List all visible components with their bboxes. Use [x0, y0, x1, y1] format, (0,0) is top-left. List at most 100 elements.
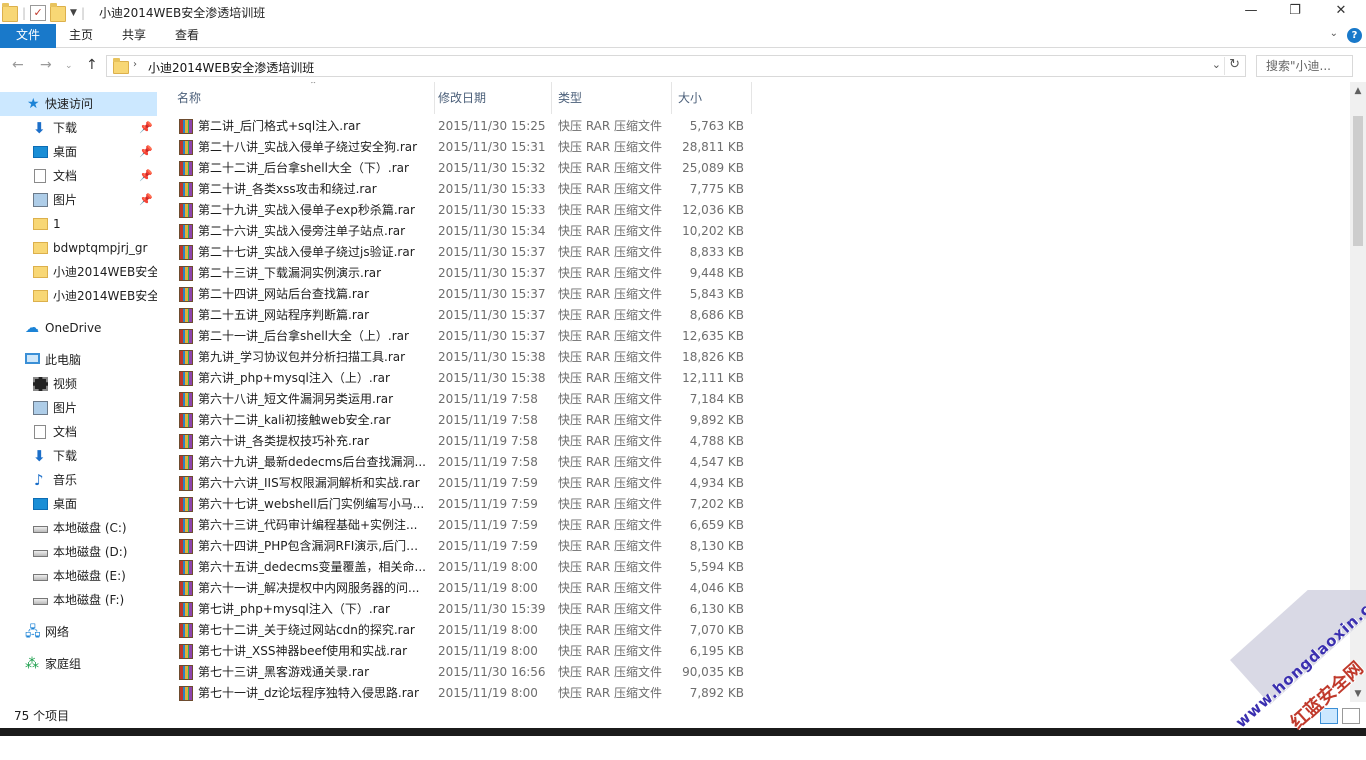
table-row[interactable]: 第二十六讲_实战入侵旁注单子站点.rar 2015/11/30 15:34 快压 R…	[176, 221, 752, 242]
nav-item-documents[interactable]: 文档 📌	[0, 164, 157, 188]
table-row[interactable]: 第六十七讲_webshell后门实例编写小马... 2015/11/19 7:59…	[176, 494, 752, 515]
nav-item-drive-f[interactable]: 本地磁盘 (F:)	[0, 588, 157, 612]
table-row[interactable]: 第六十三讲_代码审计编程基础+实例注... 2015/11/19 7:59 快压 R…	[176, 515, 752, 536]
table-row[interactable]: 第二讲_后门格式+sql注入.rar 2015/11/30 15:25 快压 RAR…	[176, 116, 752, 137]
folder-icon	[33, 266, 48, 278]
file-size: 6,659 KB	[689, 518, 744, 532]
file-type: 快压 RAR 压缩文件	[558, 224, 663, 238]
column-header-name[interactable]: 名称 ⌃	[171, 82, 435, 114]
table-row[interactable]: 第七十三讲_黑客游戏通关录.rar 2015/11/30 16:56 快压 RAR …	[176, 662, 752, 683]
recent-locations-icon[interactable]: ⌄	[65, 61, 73, 71]
table-row[interactable]: 第六十四讲_PHP包含漏洞RFI演示,后门包... 2015/11/19 7:59…	[176, 536, 752, 557]
help-icon[interactable]: ?	[1347, 28, 1362, 43]
pin-icon[interactable]: 📌	[139, 140, 153, 164]
table-row[interactable]: 第六十六讲_IIS写权限漏洞解析和实战.rar 2015/11/19 7:59 快压…	[176, 473, 752, 494]
nav-label: bdwptqmpjrj_gr	[53, 241, 148, 255]
table-row[interactable]: 第七十二讲_关于绕过网站cdn的探究.rar 2015/11/19 8:00 快压 …	[176, 620, 752, 641]
vertical-scrollbar[interactable]: ▲ ▼	[1350, 82, 1366, 702]
column-header-type[interactable]: 类型	[552, 82, 672, 114]
nav-item-pc-documents[interactable]: 文档	[0, 420, 157, 444]
table-row[interactable]: 第六讲_php+mysql注入（上）.rar 2015/11/30 15:38 快压…	[176, 368, 752, 389]
file-size: 5,843 KB	[689, 287, 744, 301]
table-row[interactable]: 第九讲_学习协议包并分析扫描工具.rar 2015/11/30 15:38 快压 R…	[176, 347, 752, 368]
table-row[interactable]: 第二十讲_各类xss攻击和绕过.rar 2015/11/30 15:33 快压 RA…	[176, 179, 752, 200]
pin-icon[interactable]: 📌	[139, 188, 153, 212]
forward-arrow-icon[interactable]: →	[40, 57, 52, 73]
tab-home[interactable]: 主页	[56, 24, 106, 48]
window-title: 小迪2014WEB安全渗透培训班	[99, 6, 266, 20]
nav-item-drive-e[interactable]: 本地磁盘 (E:)	[0, 564, 157, 588]
tab-view[interactable]: 查看	[162, 24, 212, 48]
nav-item-folder-bdwptqmpjrj[interactable]: bdwptqmpjrj_gr	[0, 236, 157, 260]
file-date: 2015/11/30 15:33	[438, 182, 546, 196]
file-size: 9,892 KB	[689, 413, 744, 427]
nav-this-pc[interactable]: 此电脑	[0, 348, 157, 372]
table-row[interactable]: 第二十三讲_下载漏洞实例演示.rar 2015/11/30 15:37 快压 RAR…	[176, 263, 752, 284]
close-button[interactable]: ✕	[1318, 0, 1364, 24]
scroll-down-icon[interactable]: ▼	[1350, 689, 1366, 699]
refresh-icon[interactable]: ↻	[1229, 57, 1240, 72]
nav-item-pc-pictures[interactable]: 图片	[0, 396, 157, 420]
nav-item-videos[interactable]: 视频	[0, 372, 157, 396]
scrollbar-thumb[interactable]	[1353, 116, 1363, 246]
nav-onedrive[interactable]: ☁ OneDrive	[0, 316, 157, 340]
nav-item-downloads[interactable]: ⬇ 下载 📌	[0, 116, 157, 140]
customize-toolbar-icon[interactable]: ▼	[70, 8, 77, 18]
table-row[interactable]: 第六十一讲_解决提权中内网服务器的问... 2015/11/19 8:00 快压 R…	[176, 578, 752, 599]
table-row[interactable]: 第二十九讲_实战入侵单子exp秒杀篇.rar 2015/11/30 15:33 快压…	[176, 200, 752, 221]
chevron-down-icon[interactable]: ⌄	[1212, 58, 1221, 71]
table-row[interactable]: 第二十二讲_后台拿shell大全（下）.rar 2015/11/30 15:32 快…	[176, 158, 752, 179]
table-row[interactable]: 第七十讲_XSS神器beef使用和实战.rar 2015/11/19 8:00 快压…	[176, 641, 752, 662]
nav-item-pictures[interactable]: 图片 📌	[0, 188, 157, 212]
breadcrumb[interactable]: 小迪2014WEB安全渗透培训班	[148, 59, 314, 76]
tab-share[interactable]: 共享	[109, 24, 159, 48]
nav-item-folder-xiaodi-2[interactable]: 小迪2014WEB安全	[0, 284, 157, 308]
table-row[interactable]: 第七讲_php+mysql注入（下）.rar 2015/11/30 15:39 快压…	[176, 599, 752, 620]
address-bar[interactable]: › 小迪2014WEB安全渗透培训班 ⌄ ↻	[106, 55, 1246, 77]
nav-item-music[interactable]: ♪ 音乐	[0, 468, 157, 492]
expand-ribbon-icon[interactable]: ⌄	[1330, 28, 1338, 39]
file-date: 2015/11/30 15:25	[438, 119, 546, 133]
nav-network[interactable]: 🖧 网络	[0, 620, 157, 644]
table-row[interactable]: 第二十七讲_实战入侵单子绕过js验证.rar 2015/11/30 15:37 快压…	[176, 242, 752, 263]
download-icon: ⬇	[33, 119, 46, 137]
tab-file[interactable]: 文件	[0, 24, 56, 48]
pin-icon[interactable]: 📌	[139, 116, 153, 140]
nav-item-pc-desktop[interactable]: 桌面	[0, 492, 157, 516]
file-size: 9,448 KB	[689, 266, 744, 280]
pin-icon[interactable]: 📌	[139, 164, 153, 188]
nav-item-drive-d[interactable]: 本地磁盘 (D:)	[0, 540, 157, 564]
table-row[interactable]: 第六十五讲_dedecms变量覆盖，相关命... 2015/11/19 8:00 快…	[176, 557, 752, 578]
nav-item-folder-1[interactable]: 1	[0, 212, 157, 236]
search-input[interactable]: 搜索"小迪...	[1256, 55, 1353, 77]
chevron-right-icon[interactable]: ›	[133, 59, 137, 70]
up-arrow-icon[interactable]: ↑	[86, 57, 98, 73]
table-row[interactable]: 第六十二讲_kali初接触web安全.rar 2015/11/19 7:58 快压 …	[176, 410, 752, 431]
maximize-button[interactable]: ❐	[1272, 0, 1318, 24]
table-row[interactable]: 第二十四讲_网站后台查找篇.rar 2015/11/30 15:37 快压 RAR …	[176, 284, 752, 305]
table-row[interactable]: 第六十九讲_最新dedecms后台查找漏洞... 2015/11/19 7:58 快…	[176, 452, 752, 473]
new-folder-icon[interactable]	[50, 3, 67, 22]
details-view-icon[interactable]	[1320, 708, 1338, 724]
large-icons-view-icon[interactable]	[1342, 708, 1360, 724]
nav-item-drive-c[interactable]: 本地磁盘 (C:)	[0, 516, 157, 540]
properties-icon[interactable]: ✓	[30, 4, 47, 21]
table-row[interactable]: 第二十五讲_网站程序判断篇.rar 2015/11/30 15:37 快压 RAR …	[176, 305, 752, 326]
column-header-size[interactable]: 大小	[672, 82, 752, 114]
table-row[interactable]: 第二十八讲_实战入侵单子绕过安全狗.rar 2015/11/30 15:31 快压 …	[176, 137, 752, 158]
nav-item-pc-downloads[interactable]: ⬇ 下载	[0, 444, 157, 468]
file-list: 名称 ⌃ 修改日期 类型 大小 第二讲_后门格式+sql注入.rar 2015/1…	[160, 82, 1350, 702]
nav-item-folder-xiaodi-1[interactable]: 小迪2014WEB安全	[0, 260, 157, 284]
nav-quick-access[interactable]: ★ 快速访问	[0, 92, 157, 116]
table-row[interactable]: 第七十一讲_dz论坛程序独特入侵思路.rar 2015/11/19 8:00 快压 …	[176, 683, 752, 702]
column-header-date[interactable]: 修改日期	[432, 82, 552, 114]
scroll-up-icon[interactable]: ▲	[1350, 86, 1366, 96]
rar-archive-icon	[179, 539, 193, 554]
table-row[interactable]: 第二十一讲_后台拿shell大全（上）.rar 2015/11/30 15:37 快…	[176, 326, 752, 347]
back-arrow-icon[interactable]: ←	[12, 57, 24, 73]
table-row[interactable]: 第六十八讲_短文件漏洞另类运用.rar 2015/11/19 7:58 快压 RAR…	[176, 389, 752, 410]
table-row[interactable]: 第六十讲_各类提权技巧补充.rar 2015/11/19 7:58 快压 RAR 压…	[176, 431, 752, 452]
minimize-button[interactable]: —	[1228, 0, 1274, 24]
nav-homegroup[interactable]: ⁂ 家庭组	[0, 652, 157, 676]
nav-item-desktop[interactable]: 桌面 📌	[0, 140, 157, 164]
